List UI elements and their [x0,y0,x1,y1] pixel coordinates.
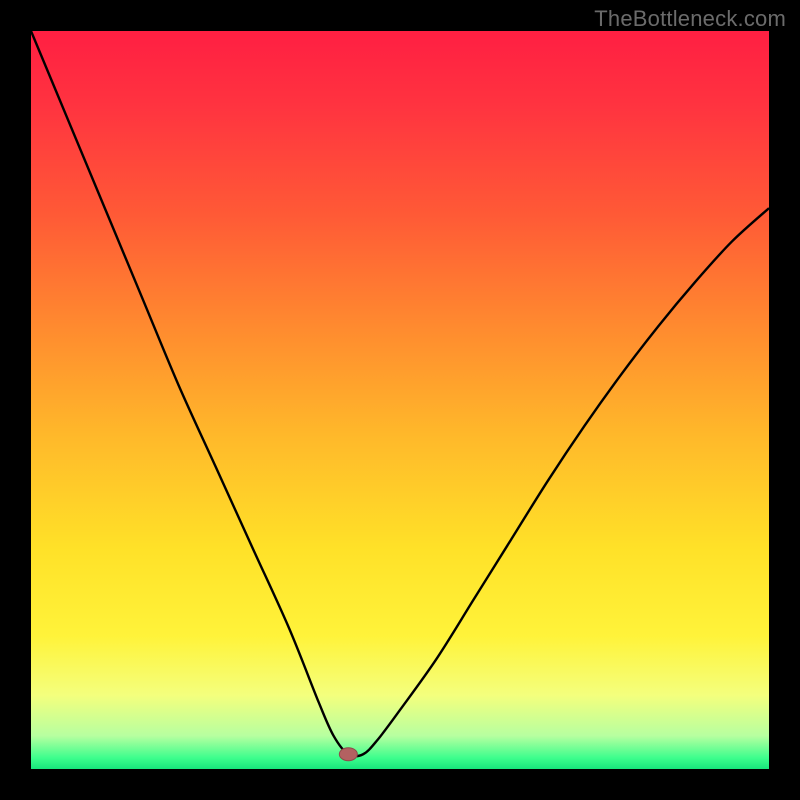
gradient-background [31,31,769,769]
chart-svg [31,31,769,769]
chart-frame: TheBottleneck.com [0,0,800,800]
optimal-point-marker [339,748,357,761]
watermark-text: TheBottleneck.com [594,6,786,32]
plot-area [31,31,769,769]
